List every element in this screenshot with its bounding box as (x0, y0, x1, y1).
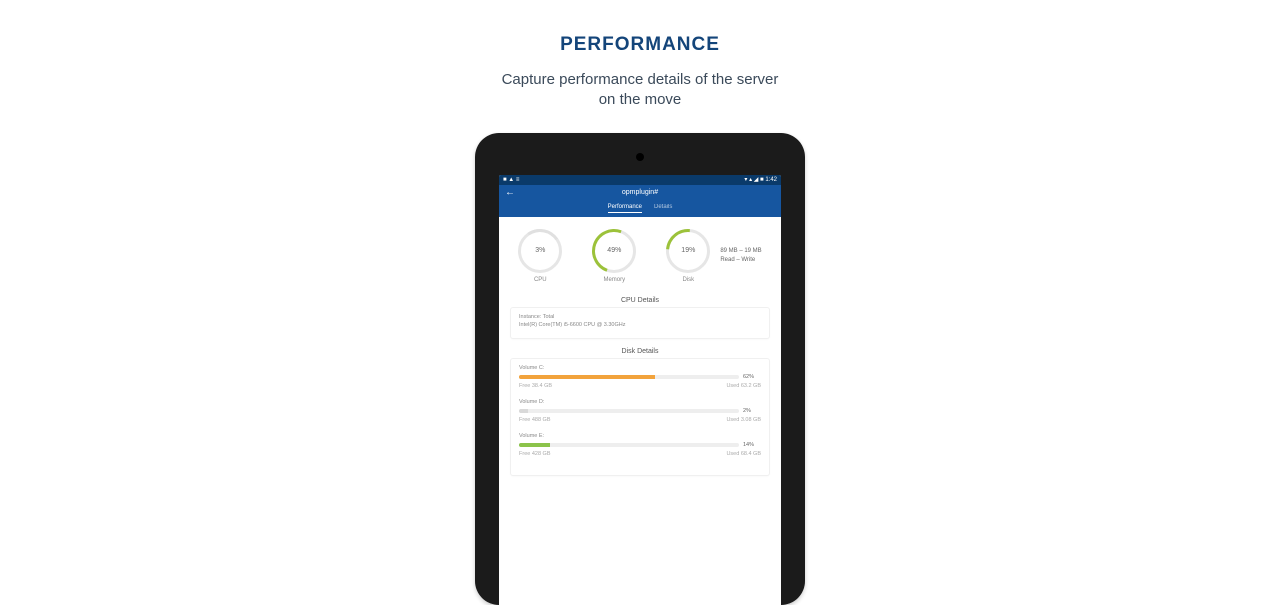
gauge-memory[interactable]: 49% (592, 229, 636, 273)
disk-used-label: Used 68.4 GB (726, 451, 761, 457)
bar-percent: 14% (743, 442, 761, 448)
bar-fill (519, 409, 528, 413)
bar-percent: 2% (743, 408, 761, 414)
disk-throughput-line1: 89 MB – 19 MB (720, 247, 761, 255)
disk-used-label: Used 3.08 GB (726, 417, 761, 423)
disk-used-label: Used 63.2 GB (726, 383, 761, 389)
disk-meta: Free 488 GB Used 3.08 GB (519, 417, 761, 423)
disk-item: Volume C: 62% Free 38.4 GB Used 63.2 GB (519, 365, 761, 389)
appbar-title: opmplugin# (499, 189, 781, 196)
tab-bar: Performance Details (499, 201, 781, 217)
disk-meta: Free 38.4 GB Used 63.2 GB (519, 383, 761, 389)
tab-details[interactable]: Details (654, 204, 672, 213)
disk-usage-bar: 14% (519, 442, 761, 448)
gauges-panel: 3% CPU 49% Memory 19% Disk (499, 217, 781, 289)
gauge-disk-arc-icon (657, 220, 719, 282)
hero-subtitle: Capture performance details of the serve… (0, 70, 1280, 111)
gauge-memory-label: Memory (603, 277, 625, 283)
disk-free-label: Free 428 GB (519, 451, 551, 457)
tablet-frame: ■ ▲ ≡ ▾ ▴ ◢ ■ 1:42 ← opmplugin# Performa… (475, 133, 805, 605)
disk-throughput: 89 MB – 19 MB Read – Write (720, 247, 761, 264)
bar-track (519, 443, 739, 447)
tablet-camera-icon (636, 153, 644, 161)
gauge-disk-block: 19% Disk (666, 229, 710, 283)
disk-free-label: Free 38.4 GB (519, 383, 552, 389)
disk-meta: Free 428 GB Used 68.4 GB (519, 451, 761, 457)
bar-track (519, 375, 739, 379)
statusbar-left-text: ■ ▲ ≡ (503, 177, 519, 183)
cpu-details-card[interactable]: Instance: Total Intel(R) Core(TM) i5-660… (511, 308, 769, 338)
gauge-disk[interactable]: 19% (666, 229, 710, 273)
disk-usage-bar: 2% (519, 408, 761, 414)
hero-sub-line2: on the move (599, 91, 682, 108)
bar-percent: 62% (743, 374, 761, 380)
disk-free-label: Free 488 GB (519, 417, 551, 423)
gauge-cpu-arc-icon (515, 225, 566, 276)
gauge-disk-label: Disk (682, 277, 694, 283)
disk-item-name: Volume D: (519, 399, 761, 405)
statusbar-right-text: ▾ ▴ ◢ ■ 1:42 (744, 176, 777, 183)
tablet-screen: ■ ▲ ≡ ▾ ▴ ◢ ■ 1:42 ← opmplugin# Performa… (499, 175, 781, 605)
disk-item-name: Volume C: (519, 365, 761, 371)
disk-item: Volume E: 14% Free 428 GB Used 68.4 GB (519, 433, 761, 457)
gauge-cpu[interactable]: 3% (518, 229, 562, 273)
bar-fill (519, 443, 550, 447)
gauge-cpu-label: CPU (534, 277, 547, 283)
bar-track (519, 409, 739, 413)
android-statusbar: ■ ▲ ≡ ▾ ▴ ◢ ■ 1:42 (499, 175, 781, 185)
gauge-memory-arc-icon (585, 221, 643, 279)
gauge-memory-block: 49% Memory (592, 229, 636, 283)
disk-item-name: Volume E: (519, 433, 761, 439)
gauge-disk-row: 19% Disk 89 MB – 19 MB Read – Write (666, 229, 761, 283)
hero-sub-line1: Capture performance details of the serve… (502, 71, 779, 88)
disk-item: Volume D: 2% Free 488 GB Used 3.08 GB (519, 399, 761, 423)
disk-details-card[interactable]: Volume C:62%Free 38.4 GBUsed 63.2 GBVolu… (511, 359, 769, 475)
cpu-instance-line: Instance: Total (519, 314, 761, 320)
hero-title: PERFORMANCE (0, 34, 1280, 56)
tab-performance[interactable]: Performance (608, 204, 642, 213)
statusbar-right: ▾ ▴ ◢ ■ 1:42 (744, 176, 777, 183)
gauge-cpu-block: 3% CPU (518, 229, 562, 283)
app-bar: ← opmplugin# (499, 185, 781, 201)
cpu-model-line: Intel(R) Core(TM) i5-6600 CPU @ 3.30GHz (519, 322, 761, 328)
disk-usage-bar: 62% (519, 374, 761, 380)
statusbar-left: ■ ▲ ≡ (503, 177, 519, 183)
disk-section-title: Disk Details (499, 348, 781, 355)
cpu-section-title: CPU Details (499, 297, 781, 304)
bar-fill (519, 375, 655, 379)
disk-throughput-line2: Read – Write (720, 256, 761, 264)
hero: PERFORMANCE Capture performance details … (0, 0, 1280, 111)
